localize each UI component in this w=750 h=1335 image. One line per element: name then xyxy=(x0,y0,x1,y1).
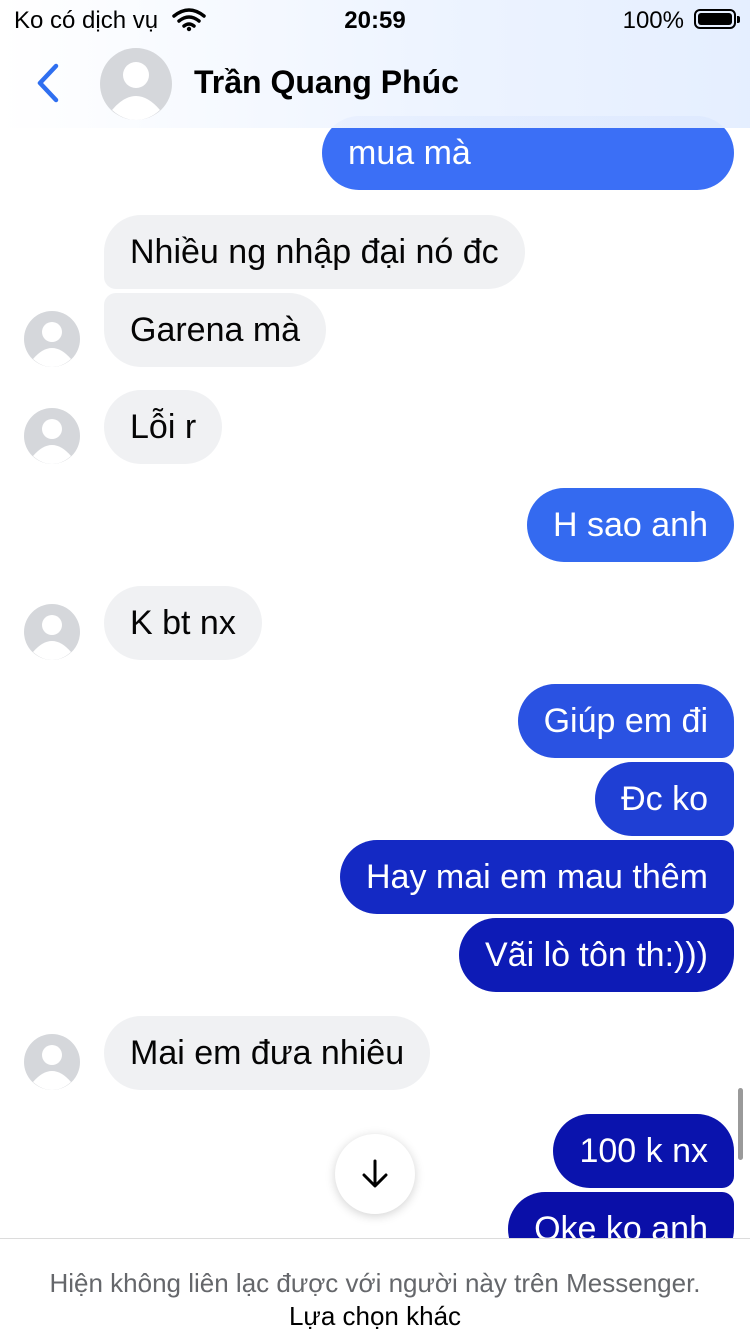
message-bubble-incoming[interactable]: K bt nx xyxy=(104,586,262,660)
conversation-header: Ko có dịch vụ 20:59 100% Trần Quang Phúc xyxy=(0,0,750,128)
contact-name[interactable]: Trần Quang Phúc xyxy=(194,64,459,101)
scrollbar[interactable] xyxy=(738,1088,743,1160)
message-bubble-incoming[interactable]: Lỗi r xyxy=(104,390,223,464)
battery-percentage: 100% xyxy=(622,7,684,34)
scroll-to-bottom-button[interactable] xyxy=(335,1134,415,1214)
arrow-down-icon xyxy=(362,1159,388,1188)
message-bubble-incoming[interactable]: Garena mà xyxy=(104,293,327,367)
chevron-left-icon[interactable] xyxy=(28,58,68,108)
default-avatar-icon[interactable] xyxy=(100,48,172,120)
message-bubble-outgoing[interactable]: H sao anh xyxy=(527,488,734,562)
contact-avatar[interactable] xyxy=(24,604,80,660)
status-bar: Ko có dịch vụ 20:59 100% xyxy=(0,0,750,40)
battery-icon xyxy=(694,9,740,29)
notice-text-block: Hiện không liên lạc được với người này t… xyxy=(40,1267,710,1333)
message-bubble-outgoing[interactable]: Vãi lò tôn th:))) xyxy=(459,918,734,992)
contact-avatar[interactable] xyxy=(24,1034,80,1090)
message-bubble-outgoing[interactable]: Oke ko anh xyxy=(508,1192,734,1238)
notice-text: Hiện không liên lạc được với người này t… xyxy=(49,1268,701,1298)
message-bubble-incoming[interactable]: Mai em đưa nhiêu xyxy=(104,1016,431,1090)
contact-avatar[interactable] xyxy=(24,408,80,464)
message-list[interactable]: mua mà Nhiều ng nhập đại nó đc Garena mà… xyxy=(0,0,750,1238)
contact-avatar[interactable] xyxy=(24,311,80,367)
message-bubble-outgoing[interactable]: Đc ko xyxy=(595,762,734,836)
other-options-link[interactable]: Lựa chọn khác xyxy=(289,1301,461,1331)
message-bubble-outgoing[interactable]: Giúp em đi xyxy=(517,684,734,758)
message-bubble-outgoing[interactable]: Hay mai em mau thêm xyxy=(340,840,734,914)
message-bubble-outgoing[interactable]: 100 k nx xyxy=(553,1114,734,1188)
unavailable-notice: Hiện không liên lạc được với người này t… xyxy=(0,1238,750,1335)
message-bubble-incoming[interactable]: Nhiều ng nhập đại nó đc xyxy=(104,215,525,289)
